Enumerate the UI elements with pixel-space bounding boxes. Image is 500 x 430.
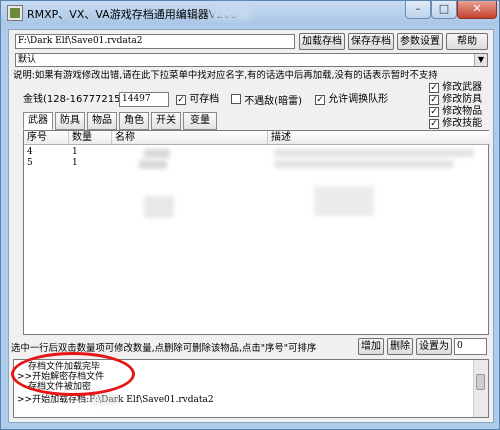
preset-selected-value: 默认 [18, 55, 37, 65]
notice-text: 说明:如果有游戏修改出错,请在此下拉菜单中找对应名字,有的话选中后再加载,没有的… [13, 70, 438, 81]
row-index: 5 [27, 158, 33, 168]
tab-weapons[interactable]: 武器 [23, 112, 53, 130]
set-to-button[interactable]: 设置为 [416, 338, 452, 355]
can-save-checkbox[interactable]: ✓ 可存档 [176, 94, 219, 106]
blurred-region [90, 395, 120, 405]
column-header-description[interactable]: 描述 [268, 131, 490, 145]
row-index: 4 [27, 147, 33, 157]
money-input[interactable]: 14497 [119, 92, 169, 107]
tab-characters[interactable]: 角色 [119, 112, 149, 130]
set-value-input[interactable]: 0 [454, 338, 487, 355]
app-window: RMXP、VX、VA游戏存档通用编辑器V206 – □ ✕ F:\Dark El… [0, 0, 500, 430]
modify-weapons-label: 修改武器 [442, 82, 483, 93]
save-save-button[interactable]: 保存存档 [348, 33, 394, 50]
blurred-region [211, 5, 251, 19]
item-table[interactable]: 序号 数量 名称 描述 4 1 5 1 [23, 130, 490, 335]
chevron-down-icon[interactable]: ▼ [474, 54, 487, 66]
log-scrollbar[interactable] [473, 360, 488, 417]
modify-skills-checkbox[interactable]: ✓ 修改技能 [429, 118, 482, 129]
allow-team-checkbox[interactable]: ✓ 允许调换队形 [315, 94, 388, 106]
modify-skills-label: 修改技能 [442, 118, 483, 129]
tab-switches[interactable]: 开关 [151, 112, 181, 130]
minimize-button[interactable]: – [405, 1, 431, 19]
title-bar[interactable]: RMXP、VX、VA游戏存档通用编辑器V206 – □ ✕ [1, 1, 499, 25]
money-label: 金钱(128-16777215) [23, 94, 125, 105]
invincible-label: 不遇敌(暗雷) [244, 96, 302, 107]
blurred-name [139, 160, 167, 169]
red-annotation-ellipse [11, 352, 135, 396]
blurred-region [314, 186, 374, 216]
window-title: RMXP、VX、VA游戏存档通用编辑器V206 [27, 8, 238, 21]
tab-items[interactable]: 物品 [87, 112, 117, 130]
load-save-button[interactable]: 加载存档 [299, 33, 345, 50]
column-header-index[interactable]: 序号 [24, 131, 69, 145]
column-header-name[interactable]: 名称 [112, 131, 268, 145]
blurred-description [274, 149, 474, 157]
unchecked-box-icon [231, 94, 241, 104]
game-preset-select[interactable]: 默认 ▼ [15, 53, 488, 67]
check-icon: ✓ [429, 95, 439, 105]
modify-items-label: 修改物品 [442, 106, 483, 117]
row-qty: 1 [72, 147, 78, 157]
close-button[interactable]: ✕ [457, 1, 497, 19]
help-button[interactable]: 帮助 [446, 33, 488, 50]
app-icon [7, 5, 23, 21]
check-icon: ✓ [429, 119, 439, 129]
modify-weapons-checkbox[interactable]: ✓ 修改武器 [429, 82, 482, 93]
check-icon: ✓ [176, 95, 186, 105]
tab-armor[interactable]: 防具 [55, 112, 85, 130]
add-button[interactable]: 增加 [358, 338, 384, 355]
modify-armor-label: 修改防具 [442, 94, 483, 105]
modify-armor-checkbox[interactable]: ✓ 修改防具 [429, 94, 482, 105]
tab-variables[interactable]: 变量 [183, 112, 217, 130]
can-save-label: 可存档 [189, 94, 220, 105]
main-panel: F:\Dark Elf\Save01.rvdata2 加载存档 保存存档 参数设… [8, 29, 494, 423]
modify-items-checkbox[interactable]: ✓ 修改物品 [429, 106, 482, 117]
blurred-region [144, 196, 174, 218]
file-path-field[interactable]: F:\Dark Elf\Save01.rvdata2 [15, 34, 295, 49]
column-header-qty[interactable]: 数量 [69, 131, 112, 145]
settings-button[interactable]: 参数设置 [397, 33, 443, 50]
check-icon: ✓ [429, 83, 439, 93]
row-qty: 1 [72, 158, 78, 168]
check-icon: ✓ [429, 107, 439, 117]
check-icon: ✓ [315, 95, 325, 105]
scroll-thumb[interactable] [476, 374, 485, 390]
maximize-button[interactable]: □ [431, 1, 457, 19]
invincible-checkbox[interactable]: 不遇敌(暗雷) [231, 94, 302, 108]
allow-team-label: 允许调换队形 [328, 94, 389, 105]
blurred-description [274, 160, 454, 168]
delete-button[interactable]: 删除 [387, 338, 413, 355]
blurred-name [144, 149, 170, 158]
